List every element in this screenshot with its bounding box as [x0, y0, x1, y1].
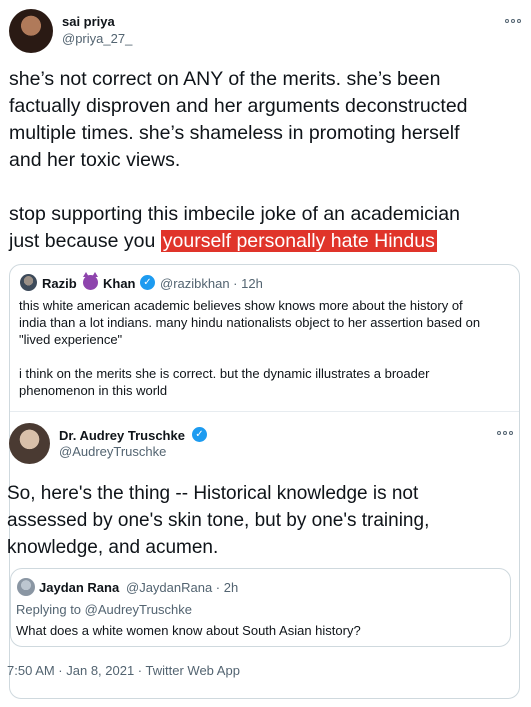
quote-line: india than a lot indians. many hindu nat… — [19, 315, 481, 330]
quote-text: this white american academic believes sh… — [19, 297, 509, 399]
author-handle[interactable]: @priya_27_ — [62, 31, 132, 46]
embedded-line: So, here's the thing -- Historical knowl… — [7, 483, 419, 504]
quote-line: i think on the merits she is correct. bu… — [19, 366, 430, 381]
reply-text: What does a white women know about South… — [16, 623, 361, 638]
embedded-author-handle: @AudreyTruschke — [59, 444, 167, 459]
quote-line — [19, 348, 509, 365]
embedded-tweet-text: So, here's the thing -- Historical knowl… — [7, 480, 512, 561]
tweet-line: factually disproven and her arguments de… — [9, 95, 468, 117]
tweet-line: and her toxic views. — [9, 149, 181, 171]
replying-to: Replying to @AudreyTruschke — [16, 602, 193, 617]
tweet-line: stop supporting this imbecile joke of an… — [9, 203, 460, 225]
tweet-line: multiple times. she’s shameless in promo… — [9, 122, 460, 144]
more-options-icon[interactable] — [505, 19, 521, 23]
quote-author-name-suffix[interactable]: Khan — [103, 276, 136, 291]
avatar — [9, 423, 50, 464]
embedded-line: assessed by one's skin tone, but by one'… — [7, 510, 430, 531]
tweet-meta: 7:50 AM · Jan 8, 2021 · Twitter Web App — [7, 663, 240, 678]
avatar[interactable] — [20, 274, 37, 291]
verified-badge-icon: ✓ — [192, 427, 207, 442]
quote-line: this white american academic believes sh… — [19, 298, 463, 313]
highlighted-text: yourself personally hate Hindus — [160, 230, 437, 252]
quote-author-name[interactable]: Razib — [42, 276, 77, 291]
tweet-line — [9, 174, 524, 201]
avatar — [17, 578, 35, 596]
author-name[interactable]: sai priya — [62, 14, 115, 29]
quote-line: "lived experience" — [19, 332, 123, 347]
more-options-icon — [497, 431, 513, 435]
devil-icon — [83, 272, 98, 290]
divider — [10, 411, 519, 412]
embedded-line: knowledge, and acumen. — [7, 537, 219, 558]
reply-author-handle: @JaydanRana · 2h — [126, 580, 239, 595]
verified-badge-icon: ✓ — [140, 275, 155, 290]
tweet-text: she’s not correct on ANY of the merits. … — [9, 66, 524, 255]
tweet-line: just because you yourself personally hat… — [9, 228, 524, 255]
reply-author-name: Jaydan Rana — [39, 580, 120, 595]
tweet-line: she’s not correct on ANY of the merits. … — [9, 68, 441, 90]
tweet-line-plain: just because you — [9, 230, 161, 252]
quote-line: phenomenon in this world — [19, 383, 168, 398]
avatar[interactable] — [9, 9, 53, 53]
quote-author-handle[interactable]: @razibkhan · 12h — [160, 276, 263, 291]
embedded-author-name: Dr. Audrey Truschke — [59, 428, 185, 443]
